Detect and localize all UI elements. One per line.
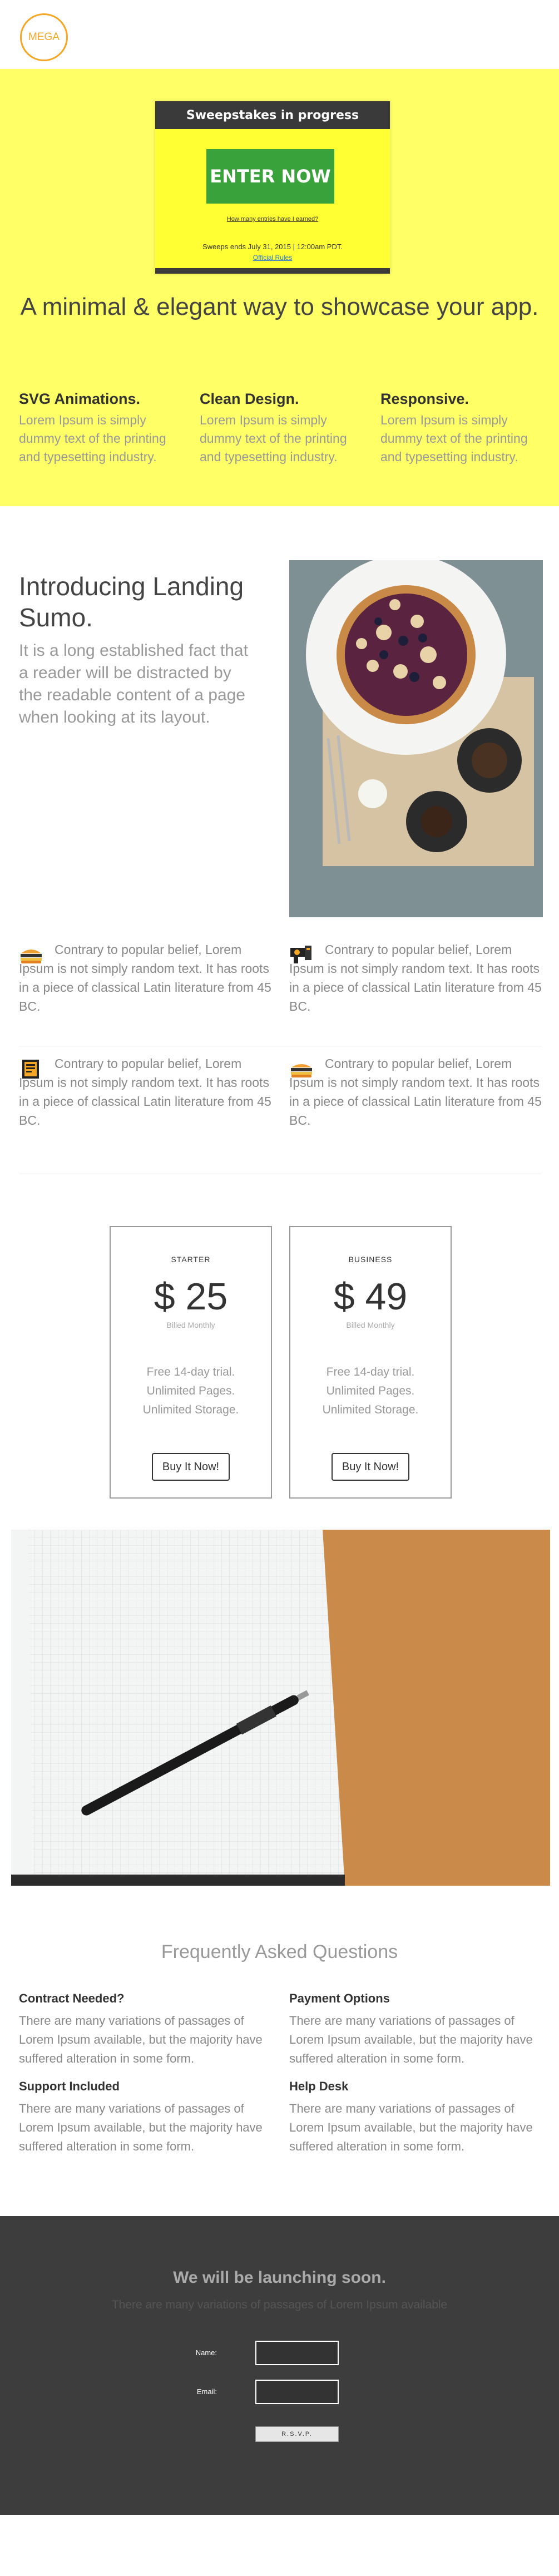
name-field[interactable] xyxy=(255,2341,339,2365)
faq-answer: There are many variations of passages of… xyxy=(289,2014,533,2065)
feature-clean-design: Clean Design. Lorem Ipsum is simply dumm… xyxy=(200,390,361,466)
widget-heading: Sweepstakes in progress xyxy=(155,101,390,129)
entries-earned-link[interactable]: How many entries have I earned? xyxy=(155,216,390,223)
faq-answer: There are many variations of passages of… xyxy=(19,2102,263,2153)
pricing-section: STARTER $ 25 Billed Monthly Free 14-day … xyxy=(0,1185,559,1530)
notebook-pen-photo xyxy=(11,1530,550,1886)
faq-item: Payment Options There are many variation… xyxy=(289,1991,540,2068)
faq-question: Payment Options xyxy=(289,1991,390,2005)
cake-icon xyxy=(291,1064,312,1077)
faq-answer: There are many variations of passages of… xyxy=(19,2014,263,2065)
info-item-text: Contrary to popular belief, Lorem Ipsum … xyxy=(19,1056,271,1128)
faq-answer: There are many variations of passages of… xyxy=(289,2102,533,2153)
plan-feature: Unlimited Pages. xyxy=(326,1385,415,1397)
logo-text: MEGA xyxy=(28,31,60,43)
info-item-text: Contrary to popular belief, Lorem Ipsum … xyxy=(289,942,542,1013)
plan-features: Free 14-day trial. Unlimited Pages. Unli… xyxy=(111,1363,271,1420)
launch-subtext: There are many variations of passages of… xyxy=(111,2298,448,2311)
info-item: Contrary to popular belief, Lorem Ipsum … xyxy=(289,1054,542,1130)
hero-section: Sweepstakes in progress ENTER NOW How ma… xyxy=(0,69,559,506)
intro-title: Introducing Landing Sumo. xyxy=(19,572,244,632)
feature-text: Lorem Ipsum is simply dummy text of the … xyxy=(380,413,528,464)
pie-photo xyxy=(289,560,543,917)
faq-item: Support Included There are many variatio… xyxy=(19,2079,269,2156)
feature-title: Responsive. xyxy=(380,390,469,407)
feature-responsive: Responsive. Lorem Ipsum is simply dummy … xyxy=(380,390,542,466)
notebook-icon xyxy=(22,1060,39,1079)
intro-text: It is a long established fact that a rea… xyxy=(19,641,248,726)
enter-now-button[interactable]: ENTER NOW xyxy=(206,149,334,204)
site-header: MEGA xyxy=(0,0,559,69)
info-item: Contrary to popular belief, Lorem Ipsum … xyxy=(289,940,542,1016)
intro-section: Introducing Landing Sumo. It is a long e… xyxy=(0,506,559,940)
buy-now-button[interactable]: Buy It Now! xyxy=(332,1453,409,1481)
email-label: Email: xyxy=(196,2387,217,2396)
plan-price: $ 49 xyxy=(333,1275,408,1318)
billing-period: Billed Monthly xyxy=(166,1321,215,1329)
sweepstakes-widget: Sweepstakes in progress ENTER NOW How ma… xyxy=(155,101,390,274)
billing-period: Billed Monthly xyxy=(346,1321,395,1329)
faq-section: Frequently Asked Questions Contract Need… xyxy=(0,1930,559,2216)
plan-feature: Unlimited Storage. xyxy=(322,1403,419,1416)
rsvp-button[interactable]: R.S.V.P. xyxy=(255,2426,339,2442)
faq-item: Contract Needed? There are many variatio… xyxy=(19,1991,269,2068)
notebook-pen-illustration xyxy=(11,1530,550,1886)
faq-title: Frequently Asked Questions xyxy=(161,1941,398,1962)
plan-feature: Free 14-day trial. xyxy=(326,1366,415,1378)
features-row: SVG Animations. Lorem Ipsum is simply du… xyxy=(19,390,542,466)
name-label: Name: xyxy=(195,2348,217,2357)
info-item-text: Contrary to popular belief, Lorem Ipsum … xyxy=(289,1056,542,1128)
notebook-photo-section xyxy=(0,1530,559,1930)
faq-question: Contract Needed? xyxy=(19,1991,125,2005)
widget-footer-bar xyxy=(155,268,390,274)
pie-illustration xyxy=(289,560,543,917)
burger-icon xyxy=(21,950,42,963)
plan-feature: Unlimited Pages. xyxy=(146,1385,235,1397)
hero-title: A minimal & elegant way to showcase your… xyxy=(20,293,539,320)
feature-title: Clean Design. xyxy=(200,390,299,407)
info-item: Contrary to popular belief, Lorem Ipsum … xyxy=(19,1054,271,1130)
launch-footer: We will be launching soon. There are man… xyxy=(0,2216,559,2515)
plan-features: Free 14-day trial. Unlimited Pages. Unli… xyxy=(290,1363,451,1420)
feature-text: Lorem Ipsum is simply dummy text of the … xyxy=(19,413,166,464)
feature-title: SVG Animations. xyxy=(19,390,141,407)
launch-heading: We will be launching soon. xyxy=(173,2268,386,2287)
plan-price: $ 25 xyxy=(154,1275,228,1318)
official-rules-link[interactable]: Official Rules xyxy=(155,254,390,261)
pricing-card-business: BUSINESS $ 49 Billed Monthly Free 14-day… xyxy=(289,1226,452,1499)
feature-text: Lorem Ipsum is simply dummy text of the … xyxy=(200,413,347,464)
pricing-card-starter: STARTER $ 25 Billed Monthly Free 14-day … xyxy=(110,1226,272,1499)
plan-feature: Free 14-day trial. xyxy=(146,1366,235,1378)
mega-logo[interactable]: MEGA xyxy=(20,13,68,61)
info-item-text: Contrary to popular belief, Lorem Ipsum … xyxy=(19,942,271,1013)
info-item: Contrary to popular belief, Lorem Ipsum … xyxy=(19,940,271,1016)
plan-feature: Unlimited Storage. xyxy=(142,1403,239,1416)
info-items-section: Contrary to popular belief, Lorem Ipsum … xyxy=(0,940,559,1185)
faq-item: Help Desk There are many variations of p… xyxy=(289,2079,540,2156)
sweeps-end-date: Sweeps ends July 31, 2015 | 12:00am PDT. xyxy=(202,243,343,251)
plan-name: BUSINESS xyxy=(348,1255,393,1264)
plan-name: STARTER xyxy=(171,1255,211,1264)
email-field[interactable] xyxy=(255,2380,339,2404)
camera-icon xyxy=(290,946,311,963)
faq-question: Support Included xyxy=(19,2079,120,2093)
feature-svg-animations: SVG Animations. Lorem Ipsum is simply du… xyxy=(19,390,180,466)
buy-now-button[interactable]: Buy It Now! xyxy=(152,1453,230,1481)
faq-question: Help Desk xyxy=(289,2079,349,2093)
